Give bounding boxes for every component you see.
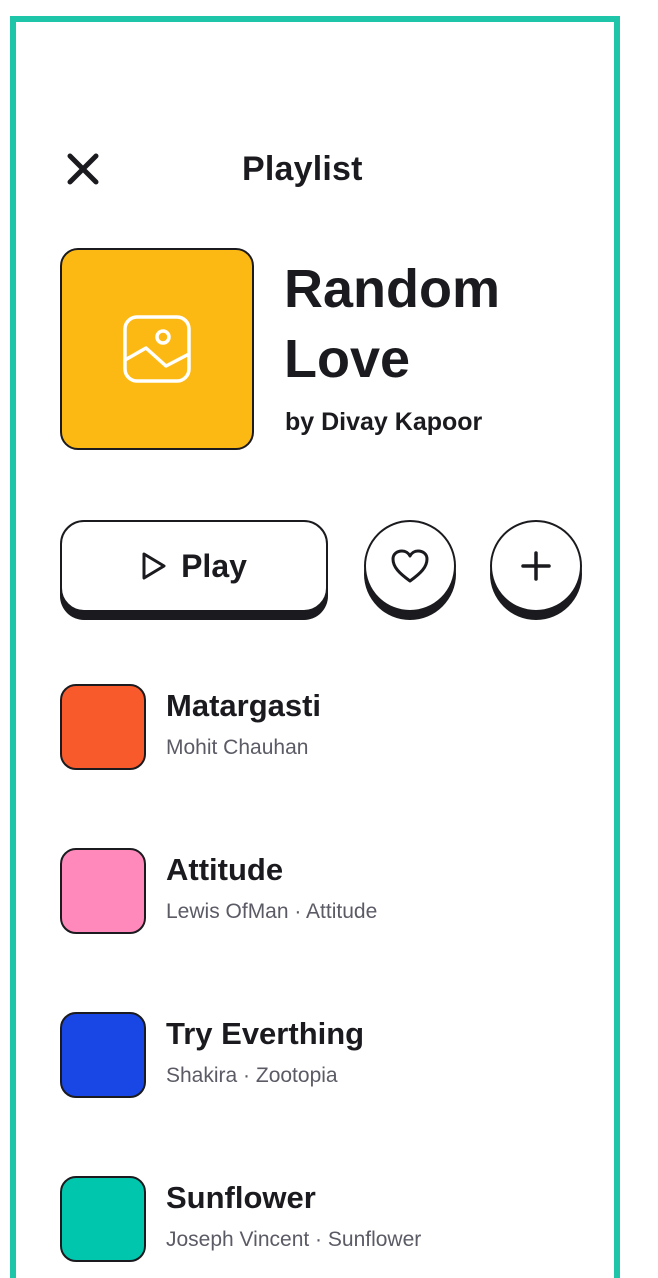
playlist-title: Random Love xyxy=(284,254,604,394)
song-item-try-everthing[interactable]: Try Everthing Shakira · Zootopia xyxy=(60,1012,600,1102)
close-icon xyxy=(67,153,99,185)
play-icon xyxy=(142,552,166,580)
playlist-cover xyxy=(60,248,254,450)
page-title: Playlist xyxy=(242,150,363,188)
song-title: Try Everthing xyxy=(166,1016,365,1051)
like-button[interactable] xyxy=(364,520,456,612)
song-subtitle: Mohit Chauhan xyxy=(166,736,309,759)
plus-icon xyxy=(521,551,551,581)
song-subtitle: Joseph Vincent · Sunflower xyxy=(166,1228,422,1251)
song-thumbnail xyxy=(60,848,146,934)
song-title: Matargasti xyxy=(166,688,322,723)
header: Playlist xyxy=(16,144,626,194)
song-thumbnail xyxy=(60,1176,146,1262)
phone-frame: Playlist Random Love by Divay Kapoor Pla… xyxy=(10,16,620,1278)
heart-icon xyxy=(391,549,429,583)
play-label: Play xyxy=(181,547,247,584)
playlist-title-line-2: Love xyxy=(284,329,411,389)
song-title: Attitude xyxy=(166,852,284,887)
song-item-matargasti[interactable]: Matargasti Mohit Chauhan xyxy=(60,684,600,774)
song-title: Sunflower xyxy=(166,1180,316,1215)
add-button[interactable] xyxy=(490,520,582,612)
song-item-sunflower[interactable]: Sunflower Joseph Vincent · Sunflower xyxy=(60,1176,600,1266)
playlist-title-line-1: Random xyxy=(284,259,500,319)
song-subtitle: Lewis OfMan · Attitude xyxy=(166,900,378,923)
image-placeholder-icon xyxy=(123,315,191,383)
song-subtitle: Shakira · Zootopia xyxy=(166,1064,338,1087)
playlist-author: by Divay Kapoor xyxy=(285,408,483,436)
song-item-attitude[interactable]: Attitude Lewis OfMan · Attitude xyxy=(60,848,600,938)
play-button[interactable]: Play xyxy=(60,520,328,612)
song-thumbnail xyxy=(60,684,146,770)
song-thumbnail xyxy=(60,1012,146,1098)
close-button[interactable] xyxy=(62,148,104,190)
